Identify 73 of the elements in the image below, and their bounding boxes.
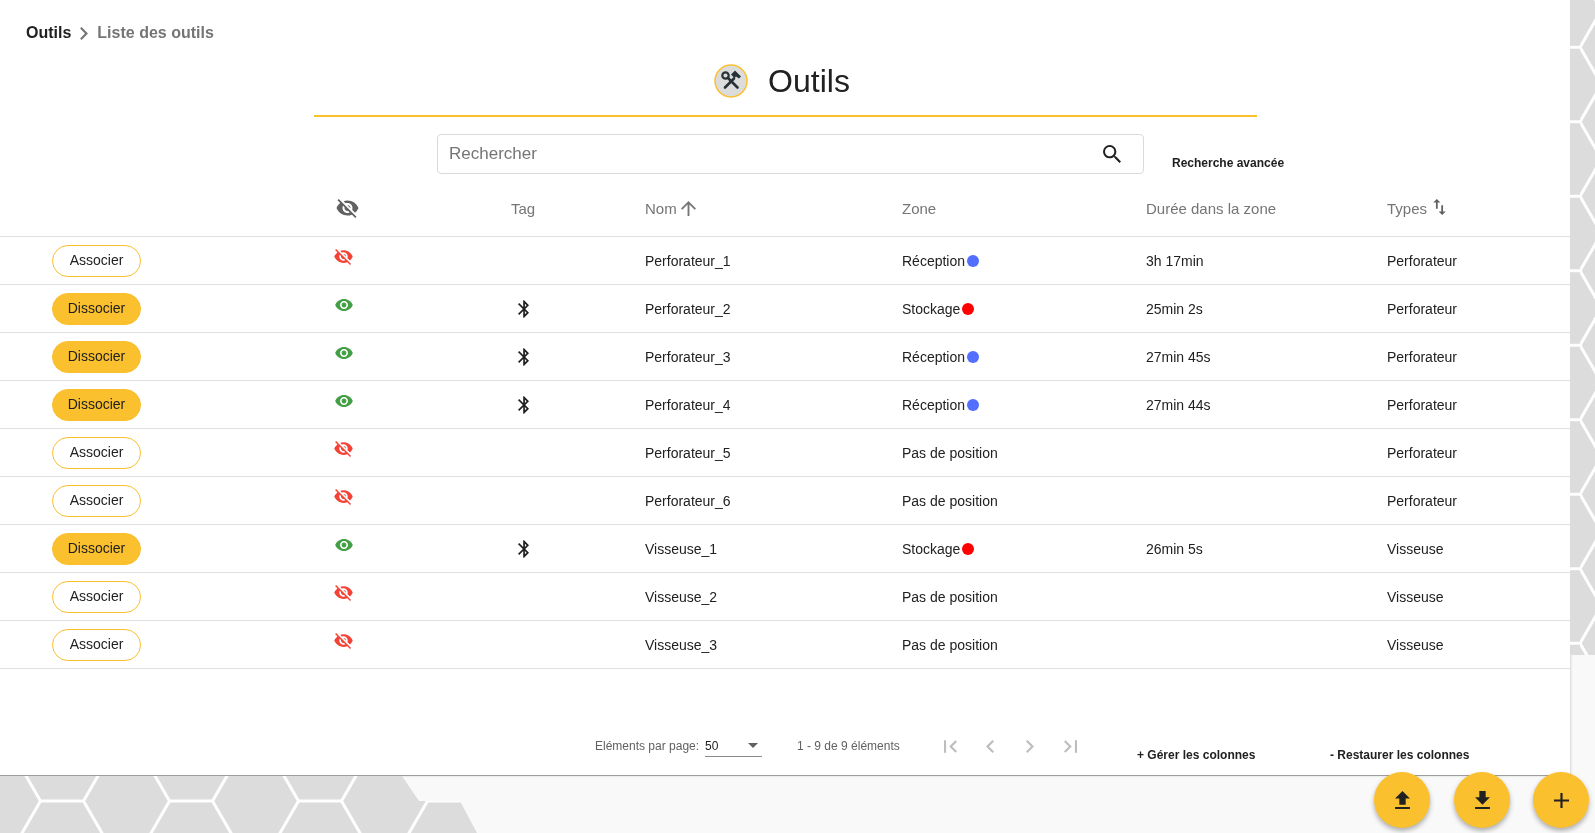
associate-button[interactable]: Associer [52, 484, 141, 517]
column-header[interactable]: Types [1387, 199, 1428, 218]
table-cell: Perforateur [1387, 251, 1458, 270]
table-cell: 25min 2s [1146, 299, 1203, 318]
breadcrumb-link[interactable]: Liste des outils [97, 23, 214, 43]
arrow-up-icon[interactable] [680, 201, 696, 216]
table-cell: Stockage [902, 299, 961, 318]
column-header[interactable]: Tag [511, 199, 536, 218]
eye-slash-icon [336, 199, 359, 218]
table-cell: 27min 44s [1146, 395, 1211, 414]
first-page-icon [943, 739, 957, 753]
dissociate-button[interactable]: Dissocier [52, 388, 141, 421]
associate-button[interactable]: Associer [52, 436, 141, 469]
dissociate-button[interactable]: Dissocier [52, 292, 141, 325]
upload-icon [1394, 791, 1410, 809]
table-cell: Perforateur [1387, 347, 1458, 366]
table-cell: Réception [902, 347, 966, 366]
table-cell: Perforateur_4 [645, 395, 731, 414]
search-field[interactable]: Rechercher [437, 134, 1144, 174]
table-cell: Perforateur_6 [645, 491, 731, 510]
items-per-page-label: Eléments par page: [595, 739, 700, 753]
table-cell: Pas de position [902, 587, 998, 606]
page-title: Outils [768, 62, 850, 101]
column-header[interactable]: Nom [645, 199, 677, 218]
table-cell: Visseuse_2 [645, 587, 718, 606]
upload-button[interactable] [1374, 772, 1430, 828]
page-range-label: 1 - 9 de 9 éléments [797, 739, 900, 753]
dissociate-button[interactable]: Dissocier [52, 532, 141, 565]
caret-icon [748, 743, 758, 748]
download-icon [1474, 791, 1490, 809]
plus-icon [1553, 792, 1569, 808]
chevron-right-icon [80, 26, 89, 40]
search-icon[interactable] [1103, 145, 1121, 163]
column-action-link[interactable]: + Gérer les colonnes [1137, 748, 1256, 762]
table-cell: Perforateur_3 [645, 347, 731, 366]
table-cell: Perforateur_5 [645, 443, 731, 462]
table-cell: 26min 5s [1146, 539, 1203, 558]
page-size-select[interactable]: 50 [705, 735, 762, 757]
table-cell: Visseuse [1387, 539, 1444, 558]
chevron-right-icon [1026, 739, 1034, 753]
hammer-wrench-icon [714, 64, 749, 98]
add-button[interactable] [1533, 772, 1589, 828]
table-cell: Perforateur [1387, 491, 1458, 510]
table-cell: Visseuse [1387, 635, 1444, 654]
table-cell: 27min 45s [1146, 347, 1211, 366]
associate-button[interactable]: Associer [52, 244, 141, 277]
table-cell: Perforateur_1 [645, 251, 731, 270]
table-cell: Pas de position [902, 635, 998, 654]
breadcrumb-link[interactable]: Outils [26, 23, 72, 43]
download-button[interactable] [1454, 772, 1510, 828]
column-header[interactable]: Zone [902, 199, 937, 218]
table-cell: Perforateur [1387, 299, 1458, 318]
table-cell: Réception [902, 251, 966, 270]
table-cell: Réception [902, 395, 966, 414]
table-cell: Pas de position [902, 491, 998, 510]
table-cell: Perforateur [1387, 443, 1458, 462]
table-cell: Pas de position [902, 443, 998, 462]
table-cell: Visseuse_1 [645, 539, 718, 558]
column-header[interactable]: Durée dans la zone [1146, 199, 1277, 218]
associate-button[interactable]: Associer [52, 628, 141, 661]
advanced-search-link[interactable]: Recherche avancée [1172, 156, 1285, 170]
table-cell: Stockage [902, 539, 961, 558]
table-cell: Perforateur_2 [645, 299, 731, 318]
sort-arrows-icon[interactable] [1433, 198, 1447, 215]
dissociate-button[interactable]: Dissocier [52, 340, 141, 373]
table-cell: Visseuse [1387, 587, 1444, 606]
table-cell: 3h 17min [1146, 251, 1204, 270]
column-action-link[interactable]: - Restaurer les colonnes [1330, 748, 1470, 762]
last-page-icon [1063, 739, 1077, 753]
chevron-left-icon [986, 739, 994, 753]
table-cell: Perforateur [1387, 395, 1458, 414]
associate-button[interactable]: Associer [52, 580, 141, 613]
table-cell: Visseuse_3 [645, 635, 718, 654]
